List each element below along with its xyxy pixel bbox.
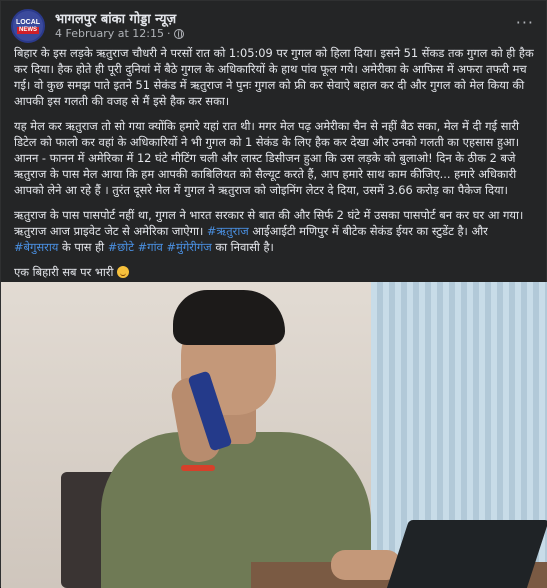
paragraph-4-text: एक बिहारी सब पर भारी bbox=[14, 265, 118, 279]
post-header: LOCAL NEWS भागलपुर बांका गोड्डा न्यूज़ 4… bbox=[11, 9, 536, 43]
post-meta: 4 February at 12:15 · bbox=[55, 27, 184, 40]
avatar-text-line2: NEWS bbox=[17, 26, 39, 34]
post-timestamp[interactable]: 4 February at 12:15 bbox=[55, 27, 164, 40]
hashtag-mungeriganj[interactable]: #मुंगेरीगंज bbox=[166, 240, 211, 254]
paragraph-3-text-c: के पास ही bbox=[58, 240, 108, 254]
page-name-link[interactable]: भागलपुर बांका गोड्डा न्यूज़ bbox=[55, 9, 176, 27]
globe-icon[interactable] bbox=[173, 28, 184, 39]
smiling-face-with-hearts-icon bbox=[117, 266, 130, 278]
post-paragraph-4: एक बिहारी सब पर भारी bbox=[14, 264, 534, 280]
post-paragraph-2: यह मेल कर ऋतुराज तो सो गया क्योंकि हमारे… bbox=[14, 119, 520, 197]
post-paragraph-1: बिहार के इस लड़के ऋतुराज चौधरी ने परसों … bbox=[14, 46, 534, 108]
post-photo[interactable] bbox=[1, 282, 547, 588]
more-options-icon[interactable]: ··· bbox=[516, 13, 534, 32]
paragraph-3-text-d: का निवासी है। bbox=[211, 240, 274, 254]
hashtag-chhote[interactable]: #छोटे bbox=[108, 240, 134, 254]
post-paragraph-3: ऋतुराज के पास पासपोर्ट नहीं था, गुगल ने … bbox=[14, 207, 534, 255]
hashtag-gaon[interactable]: #गांव bbox=[138, 240, 163, 254]
post-body: बिहार के इस लड़के ऋतुराज चौधरी ने परसों … bbox=[14, 45, 534, 289]
photo-laptop bbox=[383, 520, 547, 588]
photo-person-hair bbox=[173, 290, 285, 345]
post-card: LOCAL NEWS भागलपुर बांका गोड्डा न्यूज़ 4… bbox=[0, 0, 547, 588]
hashtag-begusarai[interactable]: #बेगुसराय bbox=[14, 240, 58, 254]
photo-wristband bbox=[181, 465, 215, 471]
page-avatar[interactable]: LOCAL NEWS bbox=[11, 9, 45, 43]
meta-separator: · bbox=[167, 27, 171, 40]
avatar-text-line1: LOCAL bbox=[15, 18, 41, 26]
hashtag-rituraj[interactable]: #ऋतुराज bbox=[207, 224, 249, 238]
paragraph-3-text-b: आईआईटी मणिपुर में बीटेक सेकंड ईयर का स्ट… bbox=[248, 224, 488, 238]
